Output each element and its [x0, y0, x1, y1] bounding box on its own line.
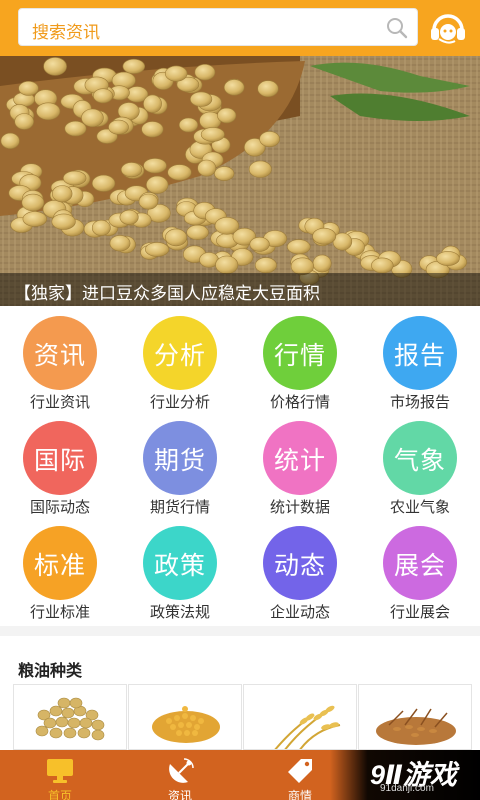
grid-item-label: 国际动态: [29, 499, 90, 516]
grain-thumb-list: [13, 684, 473, 750]
grid-item-market-report[interactable]: 报告 市场报告: [360, 306, 480, 411]
grid-item-label: 行业展会: [389, 604, 450, 621]
grid-item-label: 统计数据: [269, 499, 330, 516]
weather-icon: 气象: [383, 421, 457, 495]
grid-item-label: 企业动态: [269, 604, 330, 621]
banner-caption[interactable]: 【独家】进口豆众多国人应稳定大豆面积: [14, 279, 320, 304]
news-icon: 资讯: [23, 316, 97, 390]
company-news-icon: 动态: [263, 526, 337, 600]
top-bar: 搜索资讯: [0, 0, 480, 56]
grid-item-industry-news[interactable]: 资讯 行业资讯: [0, 306, 120, 411]
statistics-icon: 统计: [263, 421, 337, 495]
grid-item-policy[interactable]: 政策 政策法规: [120, 516, 240, 621]
grid-item-futures[interactable]: 期货 期货行情: [120, 411, 240, 516]
watermark: 9Ⅱ游戏 91danji.com: [330, 750, 480, 800]
soybean-thumb[interactable]: [13, 684, 127, 750]
exhibitions-icon: 展会: [383, 526, 457, 600]
wheat-thumb[interactable]: [243, 684, 357, 750]
grid-item-standards[interactable]: 标准 行业标准: [0, 516, 120, 621]
tag-icon: [288, 759, 312, 783]
grid-item-label: 行业资讯: [29, 394, 90, 411]
headset-icon[interactable]: [428, 10, 468, 46]
grain-types-section: 粮油种类: [0, 636, 480, 750]
section-title: 粮油种类: [18, 663, 83, 680]
grid-item-industry-analysis[interactable]: 分析 行业分析: [120, 306, 240, 411]
international-icon: 国际: [23, 421, 97, 495]
banner-caption-bar: 【独家】进口豆众多国人应稳定大豆面积: [0, 273, 480, 306]
corn-thumb[interactable]: [128, 684, 242, 750]
grid-item-international[interactable]: 国际 国际动态: [0, 411, 120, 516]
nav-home-label: 首页: [47, 789, 72, 800]
analysis-icon: 分析: [143, 316, 217, 390]
search-icon[interactable]: [385, 16, 409, 40]
banner-carousel[interactable]: 【独家】进口豆众多国人应稳定大豆面积: [0, 56, 480, 306]
quotes-icon: 行情: [263, 316, 337, 390]
standards-icon: 标准: [23, 526, 97, 600]
grid-item-label: 市场报告: [389, 394, 450, 411]
grid-item-label: 政策法规: [149, 604, 210, 621]
soybean-banner-image: [0, 56, 480, 306]
grid-item-weather[interactable]: 气象 农业气象: [360, 411, 480, 516]
grid-item-label: 行业标准: [29, 604, 90, 621]
report-icon: 报告: [383, 316, 457, 390]
search-input[interactable]: 搜索资讯: [32, 18, 100, 43]
category-grid: 资讯 行业资讯 分析 行业分析 行情 价格行情 报告 市场报告 国际 国际动态 …: [0, 306, 480, 626]
grid-item-statistics[interactable]: 统计 统计数据: [240, 411, 360, 516]
grid-item-company-news[interactable]: 动态 企业动态: [240, 516, 360, 621]
grid-item-label: 农业气象: [389, 499, 450, 516]
nav-home[interactable]: 首页: [0, 750, 120, 800]
monitor-icon: [47, 759, 73, 783]
grid-item-exhibitions[interactable]: 展会 行业展会: [360, 516, 480, 621]
nav-news[interactable]: 资讯: [120, 750, 240, 800]
grid-item-label: 行业分析: [149, 394, 210, 411]
futures-icon: 期货: [143, 421, 217, 495]
grid-item-price-quotes[interactable]: 行情 价格行情: [240, 306, 360, 411]
policy-icon: 政策: [143, 526, 217, 600]
grid-item-label: 价格行情: [269, 394, 330, 411]
rice-thumb[interactable]: [358, 684, 472, 750]
satellite-dish-icon: [169, 758, 194, 783]
nav-news-label: 资讯: [167, 789, 192, 800]
watermark-url: 91danji.com: [380, 783, 434, 794]
grid-item-label: 期货行情: [149, 499, 210, 516]
search-box[interactable]: 搜索资讯: [18, 8, 418, 46]
